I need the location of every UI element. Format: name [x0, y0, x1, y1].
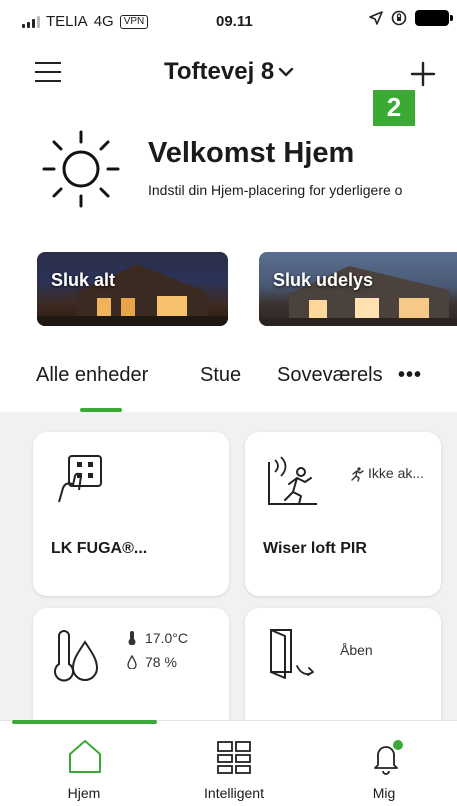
tab-stue[interactable]: Stue: [200, 364, 241, 387]
nav-item-hjem[interactable]: Hjem: [8, 721, 160, 806]
device-status: Ikke ak...: [368, 465, 425, 481]
header: Toftevej 8: [0, 50, 457, 94]
signal-icon: [22, 15, 40, 28]
nav-label: Hjem: [67, 785, 101, 801]
running-person-icon: [351, 467, 364, 482]
menu-icon[interactable]: [35, 62, 61, 82]
annotation-badge-2: 2: [373, 90, 415, 126]
home-selector[interactable]: Toftevej 8: [164, 58, 294, 86]
status-left: TELIA 4G VPN: [22, 13, 149, 30]
door-sensor-icon: [270, 629, 314, 679]
battery-icon: [415, 10, 453, 26]
vpn-badge: VPN: [119, 14, 149, 29]
home-icon: [69, 740, 101, 773]
status-time: 09.11: [216, 13, 253, 30]
nav-label: Mig: [372, 785, 396, 801]
motion-sensor-icon: [268, 456, 317, 505]
network-label: 4G: [93, 13, 114, 30]
temperature-humidity-icon: [54, 630, 99, 682]
device-name: LK FUGA®...: [51, 540, 148, 557]
bell-icon: [374, 740, 403, 775]
grid-icon: [217, 741, 251, 774]
chevron-down-icon: [279, 67, 294, 77]
location-arrow-icon: [369, 11, 383, 25]
status-bar: TELIA 4G VPN 09.11: [0, 0, 457, 40]
home-name: Toftevej 8: [164, 58, 275, 85]
nav-item-intelligent[interactable]: Intelligent: [158, 721, 310, 806]
humidity-value: 78 %: [145, 654, 177, 670]
temperature-value: 17.0°C: [145, 630, 188, 646]
scene-label: Sluk udelys: [273, 270, 374, 290]
scene-label: Sluk alt: [51, 270, 116, 290]
device-name: Wiser loft PIR: [263, 540, 367, 557]
bottom-nav: Hjem Intelligent Mig: [0, 720, 457, 806]
more-tabs-icon[interactable]: •••: [398, 364, 422, 387]
tab-sovevaerelse[interactable]: Soveværels: [277, 364, 383, 387]
sun-icon: [42, 130, 120, 208]
status-right: [369, 10, 453, 26]
thermometer-icon: [128, 631, 136, 645]
scene-card-sluk-alt[interactable]: Sluk alt: [37, 252, 228, 326]
room-tabs: Alle enheder Stue Soveværels •••: [0, 352, 457, 412]
device-card-lk-fuga[interactable]: LK FUGA®...: [33, 432, 229, 596]
nav-label: Intelligent: [204, 785, 264, 801]
welcome-subtitle[interactable]: Indstil din Hjem-placering for yderliger…: [148, 182, 402, 198]
tab-alle-enheder[interactable]: Alle enheder: [36, 364, 148, 387]
touch-panel-icon: [58, 455, 102, 503]
door-status: Åben: [340, 642, 373, 658]
carrier-label: TELIA: [46, 13, 88, 30]
add-icon[interactable]: [410, 61, 436, 87]
orientation-lock-icon: [391, 10, 407, 26]
welcome-title: Velkomst Hjem: [148, 137, 355, 169]
device-card-wiser-loft-pir[interactable]: Ikke ak... Wiser loft PIR: [245, 432, 441, 596]
scene-card-sluk-udelys[interactable]: Sluk udelys: [259, 252, 457, 326]
devices-grid: LK FUGA®... Ikke ak... Wiser loft PIR 17…: [0, 412, 457, 748]
droplet-icon: [127, 655, 137, 669]
nav-item-mig[interactable]: Mig: [308, 721, 457, 806]
